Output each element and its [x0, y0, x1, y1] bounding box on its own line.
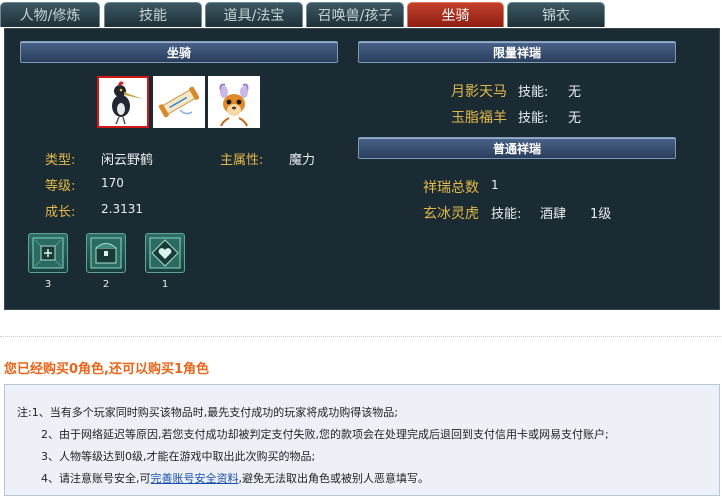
note-line-4-suffix: ,避免无法取出角色或被别人恶意填写。 [238, 472, 430, 485]
account-security-link[interactable]: 完善账号安全资料 [151, 472, 239, 485]
tab-costume[interactable]: 锦衣 [507, 2, 605, 27]
mount-section-title: 坐骑 [20, 41, 338, 63]
tab-character[interactable]: 人物/修炼 [0, 2, 100, 27]
growth-label: 成长: [45, 205, 76, 220]
crane-mount-icon [99, 78, 147, 126]
normal-item-name: 玄冰灵虎 [423, 206, 479, 222]
normal-section-title: 普通祥瑞 [358, 137, 676, 159]
level-label: 等级: [45, 179, 76, 194]
level-value: 170 [101, 176, 124, 190]
purchase-notice: 您已经购买0角色,还可以购买1角色 [4, 362, 210, 377]
limited-item-2-name: 玉脂福羊 [451, 110, 507, 126]
deer-mount-icon [209, 77, 259, 127]
mount-skill-1-count: 3 [44, 279, 52, 290]
skill-heart-icon [149, 237, 181, 269]
mount-skill-2[interactable] [86, 233, 126, 273]
tab-mount[interactable]: 坐骑 [407, 2, 504, 27]
type-label: 类型: [45, 153, 76, 168]
limited-item-2-skill-value: 无 [568, 111, 582, 126]
limited-item-1-skill-value: 无 [568, 85, 582, 100]
total-label: 祥瑞总数 [423, 180, 479, 196]
note-line-1: 注:1、当有多个玩家同时购买该物品时,最先支付成功的玩家将成功购得该物品; [17, 406, 398, 419]
mount-skill-1[interactable] [28, 233, 68, 273]
mount-panel: 坐骑 限量祥瑞 类型: 闲云野鹤 主属性: 魔力 等级: 170 成长: 2.3… [4, 28, 720, 310]
skill-rune-icon [32, 237, 64, 269]
mount-slot-crane[interactable] [97, 76, 149, 128]
note-line-4: 4、请注意账号安全,可完善账号安全资料,避免无法取出角色或被别人恶意填写。 [41, 470, 429, 486]
growth-value: 2.3131 [101, 202, 143, 216]
limited-item-1-skill-label: 技能: [518, 85, 549, 100]
tab-bar: 人物/修炼 技能 道具/法宝 召唤兽/孩子 坐骑 锦衣 [0, 0, 722, 28]
mount-slot-deer[interactable] [208, 76, 260, 128]
note-line-2: 2、由于网络延迟等原因,若您支付成功却被判定支付失败,您的款项会在处理完成后退回… [41, 428, 609, 441]
limited-item-2-skill-label: 技能: [518, 111, 549, 126]
normal-item-skill-label: 技能: [491, 207, 522, 222]
note-line-4-prefix: 4、请注意账号安全,可 [41, 472, 151, 485]
normal-item-skill-value: 酒肆 [540, 207, 567, 222]
main-attr-value: 魔力 [289, 153, 316, 168]
limited-section-title: 限量祥瑞 [358, 41, 676, 63]
scroll-mount-icon [154, 77, 204, 127]
skill-chest-icon [90, 237, 122, 269]
normal-item-skill-level: 1级 [590, 207, 612, 222]
type-value: 闲云野鹤 [101, 153, 154, 168]
mount-skill-3[interactable] [145, 233, 185, 273]
mount-slot-scroll[interactable] [153, 76, 205, 128]
divider [0, 336, 722, 337]
notes-box: 注:1、当有多个玩家同时购买该物品时,最先支付成功的玩家将成功购得该物品; 2、… [4, 384, 720, 496]
mount-skill-3-count: 1 [161, 279, 169, 290]
total-value: 1 [491, 178, 499, 192]
note-line-3: 3、人物等级达到0级,才能在游戏中取出此次购买的物品; [41, 450, 316, 463]
tab-summons[interactable]: 召唤兽/孩子 [306, 2, 404, 27]
limited-item-1-name: 月影天马 [451, 84, 507, 100]
tab-items[interactable]: 道具/法宝 [205, 2, 303, 27]
mount-skill-2-count: 2 [102, 279, 110, 290]
main-attr-label: 主属性: [220, 153, 264, 168]
tab-skills[interactable]: 技能 [104, 2, 202, 27]
